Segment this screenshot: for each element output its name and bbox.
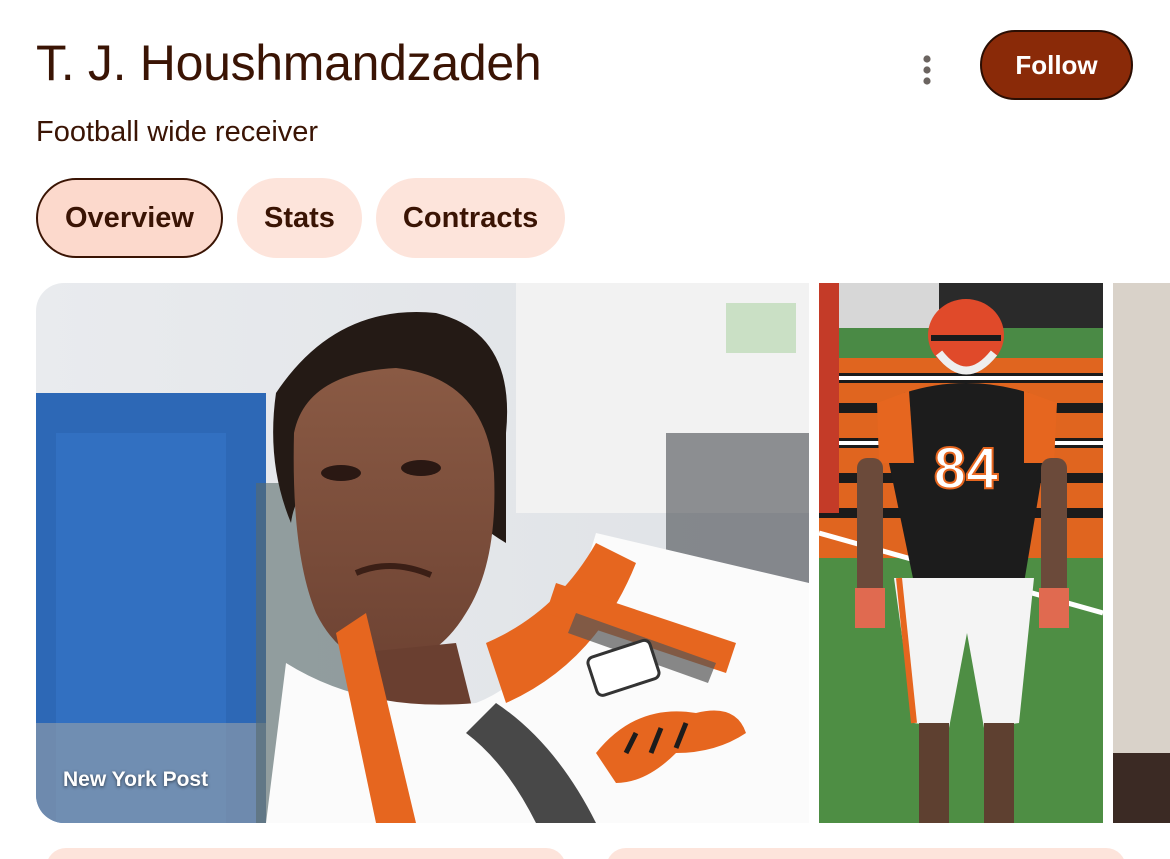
gallery-image-3[interactable] xyxy=(1113,283,1170,823)
player-portrait-image xyxy=(36,283,809,823)
gallery-image-2[interactable]: 84 xyxy=(819,283,1103,823)
tab-contracts[interactable]: Contracts xyxy=(375,178,566,258)
gallery-image-1[interactable]: New York Post xyxy=(36,283,809,823)
player-field-image: 84 xyxy=(819,283,1103,823)
tab-overview[interactable]: Overview xyxy=(36,178,223,258)
follow-button[interactable]: Follow xyxy=(980,30,1133,100)
page-subtitle: Football wide receiver xyxy=(36,116,319,148)
tab-stats[interactable]: Stats xyxy=(236,178,362,258)
related-chip[interactable] xyxy=(46,848,566,859)
more-options-button[interactable] xyxy=(906,50,948,90)
related-chip[interactable] xyxy=(606,848,1126,859)
knowledge-panel: T. J. Houshmandzadeh Football wide recei… xyxy=(0,0,1170,859)
more-vertical-icon xyxy=(923,55,931,85)
gallery-image-3-thumbnail xyxy=(1113,283,1170,823)
image-gallery: New York Post 84 xyxy=(36,283,1170,823)
page-title: T. J. Houshmandzadeh xyxy=(36,35,542,91)
tab-bar: Overview Stats Contracts xyxy=(36,178,566,258)
svg-text:84: 84 xyxy=(934,436,999,501)
related-chips-row xyxy=(36,848,1170,859)
image-source-label: New York Post xyxy=(63,768,209,791)
